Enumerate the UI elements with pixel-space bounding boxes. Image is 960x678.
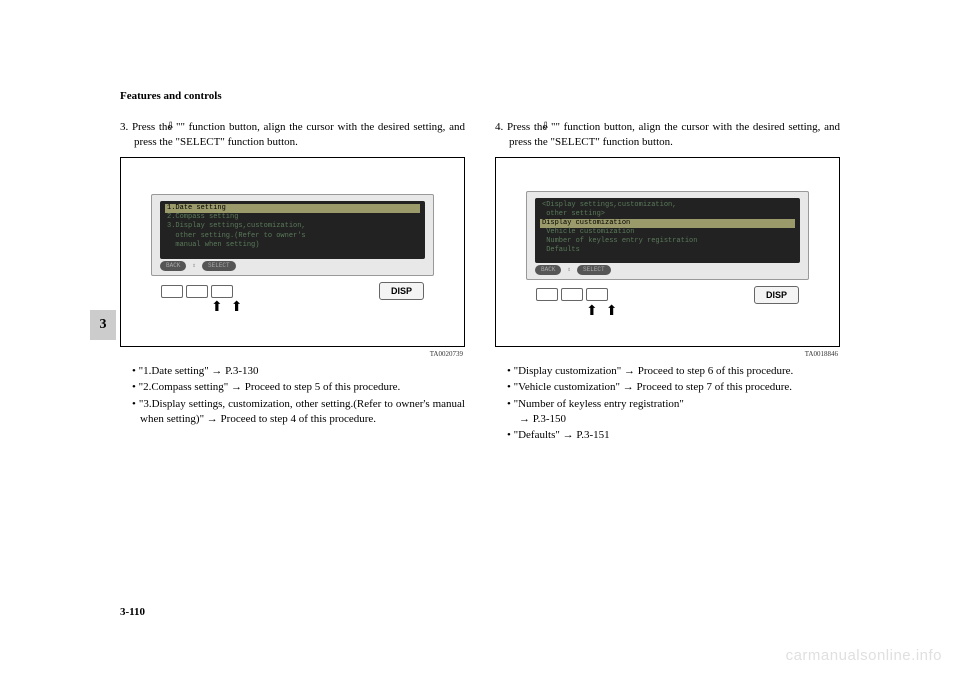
- figure-left: 1.Date setting 2.Compass setting 3.Displ…: [120, 157, 465, 347]
- screen-line: manual when setting): [165, 241, 420, 250]
- screen-content-left: 1.Date setting 2.Compass setting 3.Displ…: [160, 201, 425, 259]
- step-text-post: " function button, align the cursor with…: [134, 121, 465, 148]
- screen-line: Defaults: [540, 246, 795, 255]
- bullet-item: "2.Compass setting" → Proceed to step 5 …: [140, 380, 465, 395]
- display-screen-left: 1.Date setting 2.Compass setting 3.Displ…: [151, 194, 434, 276]
- up-pointer-icon: ⬆: [211, 302, 223, 313]
- chapter-tab: 3: [90, 310, 116, 340]
- bullet-item: "Number of keyless entry registration" →…: [515, 397, 840, 428]
- bullet-list-right: "Display customization" → Proceed to ste…: [495, 364, 840, 444]
- bullet-list-left: "1.Date setting" → P.3-130 "2.Compass se…: [120, 364, 465, 428]
- step-text-post: " function button, align the cursor with…: [509, 121, 840, 148]
- function-button-3[interactable]: [211, 285, 233, 298]
- screen-line: <Display settings,customization,: [540, 201, 795, 210]
- figure-code-right: TA0018846: [495, 350, 840, 358]
- back-softkey: BACK: [160, 261, 186, 271]
- disp-button[interactable]: DISP: [379, 282, 424, 300]
- bullet-item: "1.Date setting" → P.3-130: [140, 364, 465, 379]
- function-button-3[interactable]: [586, 288, 608, 301]
- button-row: DISP: [151, 282, 434, 300]
- pointer-arrows: ⬆ ⬆: [169, 302, 242, 313]
- step-number: 4.: [495, 121, 503, 133]
- manual-page: Features and controls 3. Press the "⇩" f…: [0, 0, 960, 678]
- bullet-item: "3.Display settings, customization, othe…: [140, 397, 465, 428]
- right-column: 4. Press the "⇩" function button, align …: [495, 120, 840, 445]
- function-button-1[interactable]: [536, 288, 558, 301]
- figure-right: <Display settings,customization, other s…: [495, 157, 840, 347]
- function-button-2[interactable]: [561, 288, 583, 301]
- button-row: DISP: [526, 286, 809, 304]
- step-3-text: 3. Press the "⇩" function button, align …: [120, 120, 465, 151]
- select-softkey: SELECT: [577, 265, 611, 275]
- function-button-2[interactable]: [186, 285, 208, 298]
- screen-line: Vehicle customization: [540, 228, 795, 237]
- bullet-sub: → P.3-150: [515, 412, 840, 427]
- function-buttons: [536, 288, 608, 301]
- up-pointer-icon: ⬆: [606, 306, 618, 317]
- page-number: 3-110: [120, 606, 145, 618]
- screen-line: other setting>: [540, 210, 795, 219]
- up-pointer-icon: ⬆: [231, 302, 243, 313]
- back-softkey: BACK: [535, 265, 561, 275]
- screen-line: Number of keyless entry registration: [540, 237, 795, 246]
- content-columns: 3. Press the "⇩" function button, align …: [120, 120, 840, 445]
- screen-line-highlighted: 1.Date setting: [165, 204, 420, 213]
- bullet-text: "Number of keyless entry registration": [514, 398, 684, 410]
- bullet-item: "Display customization" → Proceed to ste…: [515, 364, 840, 379]
- figure-code-left: TA0020739: [120, 350, 465, 358]
- screen-line: other setting.(Refer to owner's: [165, 232, 420, 241]
- screen-softkeys: BACK ⇕ SELECT: [160, 261, 425, 271]
- up-pointer-icon: ⬆: [586, 306, 598, 317]
- left-column: 3. Press the "⇩" function button, align …: [120, 120, 465, 445]
- function-button-1[interactable]: [161, 285, 183, 298]
- pointer-arrows: ⬆ ⬆: [544, 306, 617, 317]
- page-header: Features and controls: [120, 90, 840, 102]
- softkey-divider-icon: ⇕: [567, 265, 571, 275]
- softkey-divider-icon: ⇕: [192, 261, 196, 271]
- display-screen-right: <Display settings,customization, other s…: [526, 191, 809, 280]
- select-softkey: SELECT: [202, 261, 236, 271]
- screen-line-highlighted: Display customization: [540, 219, 795, 228]
- bullet-item: "Vehicle customization" → Proceed to ste…: [515, 380, 840, 395]
- screen-line: 2.Compass setting: [165, 213, 420, 222]
- function-buttons: [161, 285, 233, 298]
- disp-button[interactable]: DISP: [754, 286, 799, 304]
- step-number: 3.: [120, 121, 128, 133]
- screen-softkeys: BACK ⇕ SELECT: [535, 265, 800, 275]
- screen-line: 3.Display settings,customization,: [165, 222, 420, 231]
- bullet-item: "Defaults" → P.3-151: [515, 428, 840, 443]
- step-4-text: 4. Press the "⇩" function button, align …: [495, 120, 840, 151]
- watermark: carmanualsonline.info: [786, 647, 942, 664]
- screen-content-right: <Display settings,customization, other s…: [535, 198, 800, 264]
